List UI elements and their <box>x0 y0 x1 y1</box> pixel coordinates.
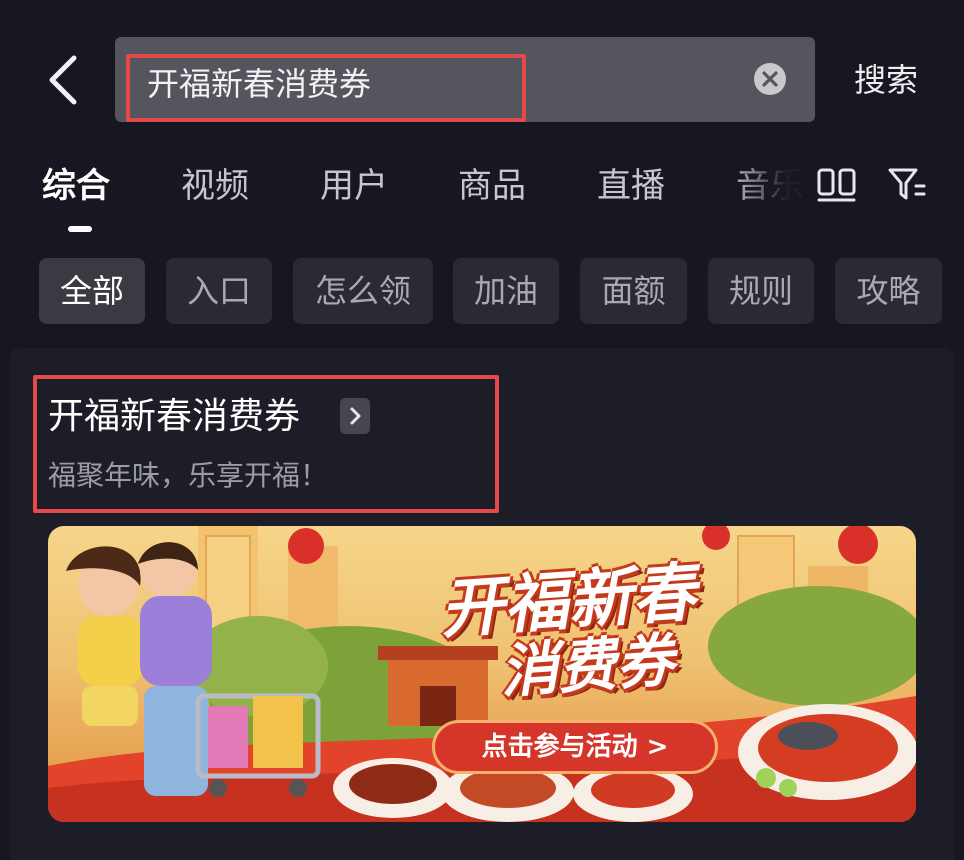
search-input[interactable]: 开福新春消费券 <box>147 54 371 114</box>
chip-denomination[interactable]: 面额 <box>580 258 687 324</box>
tab-general[interactable]: 综合 <box>42 158 110 214</box>
chip-fuel[interactable]: 加油 <box>453 258 559 324</box>
chip-all[interactable]: 全部 <box>39 258 145 324</box>
search-button[interactable]: 搜索 <box>854 56 918 104</box>
card-title[interactable]: 开福新春消费券 <box>48 392 300 442</box>
chip-how-to-claim[interactable]: 怎么领 <box>293 258 433 324</box>
tab-users[interactable]: 用户 <box>320 158 388 214</box>
double-column-icon[interactable] <box>816 166 858 204</box>
active-tab-indicator <box>68 226 92 232</box>
chip-rules[interactable]: 规则 <box>708 258 814 324</box>
tab-videos[interactable]: 视频 <box>181 158 249 214</box>
banner-title-line2: 消费券 <box>497 626 677 706</box>
search-results-screen: 开福新春消费券 搜索 综合 视频 用户 商品 直播 音乐 全部 入口 怎么领 加… <box>0 0 964 860</box>
campaign-banner[interactable]: 开福新春 消费券 点击参与活动 > <box>48 526 916 822</box>
card-subtitle: 福聚年味，乐享开福！ <box>48 459 329 492</box>
search-box[interactable]: 开福新春消费券 <box>115 37 815 122</box>
tab-live[interactable]: 直播 <box>597 158 665 214</box>
clear-circle-icon[interactable] <box>753 62 787 96</box>
chip-entrance[interactable]: 入口 <box>166 258 272 324</box>
chip-guide[interactable]: 攻略 <box>835 258 942 324</box>
banner-cta-button[interactable]: 点击参与活动 > <box>432 720 718 774</box>
filter-icon[interactable] <box>886 164 928 206</box>
tab-overflow-fade <box>730 158 810 218</box>
chevron-right-icon[interactable] <box>340 398 370 434</box>
back-chevron-left-icon[interactable] <box>40 52 88 108</box>
tab-products[interactable]: 商品 <box>458 158 526 214</box>
